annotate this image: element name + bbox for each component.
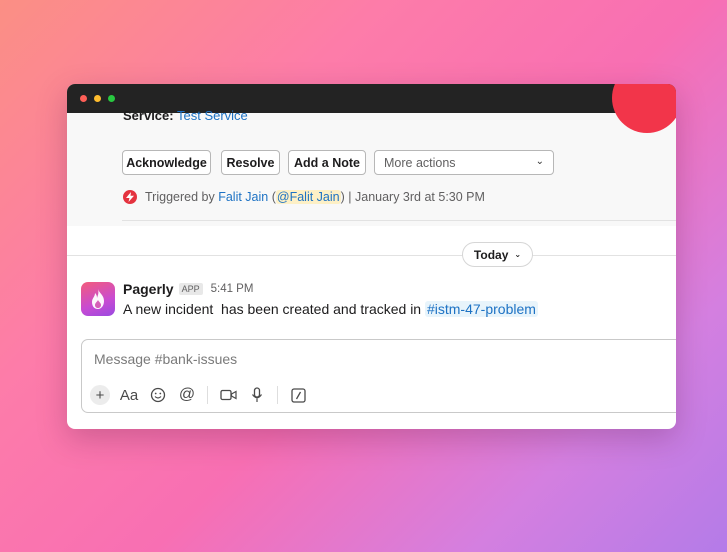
lightning-icon [123, 190, 137, 204]
trigger-prefix: Triggered by [145, 190, 215, 204]
card-divider [122, 220, 676, 221]
user-mention[interactable]: @Falit Jain [275, 190, 341, 204]
add-note-button[interactable]: Add a Note [288, 150, 366, 175]
day-divider-line [67, 255, 676, 256]
message-header: Pagerly APP 5:41 PM [123, 281, 253, 297]
service-label: Service: [123, 108, 174, 123]
composer-toolbar: + Aa @ [90, 384, 315, 406]
resolve-button[interactable]: Resolve [221, 150, 280, 175]
chevron-down-icon: ⌄ [514, 250, 522, 259]
more-actions-select[interactable]: More actions ⌄ [374, 150, 554, 175]
format-text-icon[interactable]: Aa [117, 384, 141, 406]
trigger-close-paren: ) [340, 190, 345, 204]
slack-window: Service: Test Service Acknowledge Resolv… [67, 84, 676, 429]
video-icon[interactable] [216, 384, 240, 406]
toolbar-separator [277, 386, 278, 404]
chevron-down-icon: ⌄ [535, 156, 544, 167]
minimize-window-button[interactable] [94, 95, 101, 102]
maximize-window-button[interactable] [108, 95, 115, 102]
message-composer[interactable]: Message #bank-issues + Aa @ [81, 339, 676, 413]
channel-link[interactable]: #istm-47-problem [424, 301, 538, 317]
incident-card: Service: Test Service Acknowledge Resolv… [67, 84, 676, 226]
date-divider-button[interactable]: Today ⌄ [462, 242, 533, 267]
toolbar-separator [207, 386, 208, 404]
trigger-info: Triggered by Falit Jain (@Falit Jain) | … [123, 190, 485, 204]
service-row: Service: Test Service [123, 108, 248, 123]
trigger-user-link[interactable]: Falit Jain [218, 190, 268, 204]
sender-name[interactable]: Pagerly [123, 281, 174, 297]
incident-status-indicator [612, 84, 676, 133]
plus-icon[interactable]: + [90, 385, 110, 405]
trigger-timestamp: | January 3rd at 5:30 PM [348, 190, 485, 204]
message-text: A new incident has been created and trac… [123, 301, 538, 317]
close-window-button[interactable] [80, 95, 87, 102]
more-actions-label: More actions [384, 155, 456, 170]
date-divider-label: Today [473, 247, 509, 262]
emoji-icon[interactable] [146, 384, 170, 406]
microphone-icon[interactable] [245, 384, 269, 406]
message-body: A new incident has been created and trac… [123, 301, 425, 317]
acknowledge-button[interactable]: Acknowledge [122, 150, 211, 175]
slash-command-icon[interactable] [286, 384, 310, 406]
message-timestamp[interactable]: 5:41 PM [211, 283, 254, 295]
app-badge: APP [178, 283, 203, 295]
pagerly-avatar[interactable] [81, 282, 115, 316]
mention-icon[interactable]: @ [175, 384, 199, 406]
service-link[interactable]: Test Service [177, 108, 248, 123]
message-input[interactable]: Message #bank-issues [94, 351, 237, 367]
flame-icon [92, 289, 104, 309]
